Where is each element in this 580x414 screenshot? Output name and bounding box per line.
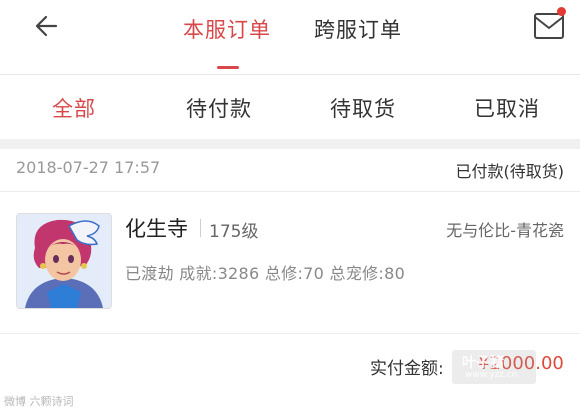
paid-amount-label: 实付金额: — [370, 359, 444, 379]
tab-cross-server-orders[interactable]: 跨服订单 — [314, 14, 402, 44]
weibo-watermark: 微博 六颗诗词 — [4, 395, 74, 408]
filter-pending-payment[interactable]: 待付款 — [186, 93, 252, 123]
server-name: 无与伦比-青花瓷 — [446, 221, 564, 240]
back-arrow-icon[interactable] — [30, 12, 60, 42]
character-stats: 已渡劫 成就:3286 总修:70 总宠修:80 — [125, 264, 406, 283]
filter-cancelled[interactable]: 已取消 — [474, 93, 540, 123]
site-watermark: 叶子猪 — [462, 355, 504, 371]
order-status-filter-bar: 全部 待付款 待取货 已取消 — [0, 75, 580, 139]
filter-all[interactable]: 全部 — [52, 93, 96, 123]
section-divider — [0, 139, 580, 149]
site-watermark-url: www.yzz.cn — [465, 370, 518, 380]
order-status: 已付款(待取货) — [455, 162, 565, 181]
character-avatar — [16, 213, 112, 309]
mail-icon — [534, 13, 564, 39]
character-school-name: 化生寺 — [125, 217, 188, 241]
active-tab-indicator — [217, 66, 239, 69]
divider — [0, 333, 580, 334]
top-navigation-bar: 本服订单 跨服订单 — [0, 0, 580, 75]
separator — [200, 219, 201, 237]
order-time: 2018-07-27 17:57 — [16, 158, 161, 177]
divider — [0, 191, 580, 192]
character-level: 175级 — [209, 222, 259, 242]
filter-pending-pickup[interactable]: 待取货 — [330, 93, 396, 123]
tab-local-server-orders[interactable]: 本服订单 — [183, 14, 271, 44]
message-button[interactable] — [532, 6, 572, 46]
notification-dot — [557, 7, 566, 16]
